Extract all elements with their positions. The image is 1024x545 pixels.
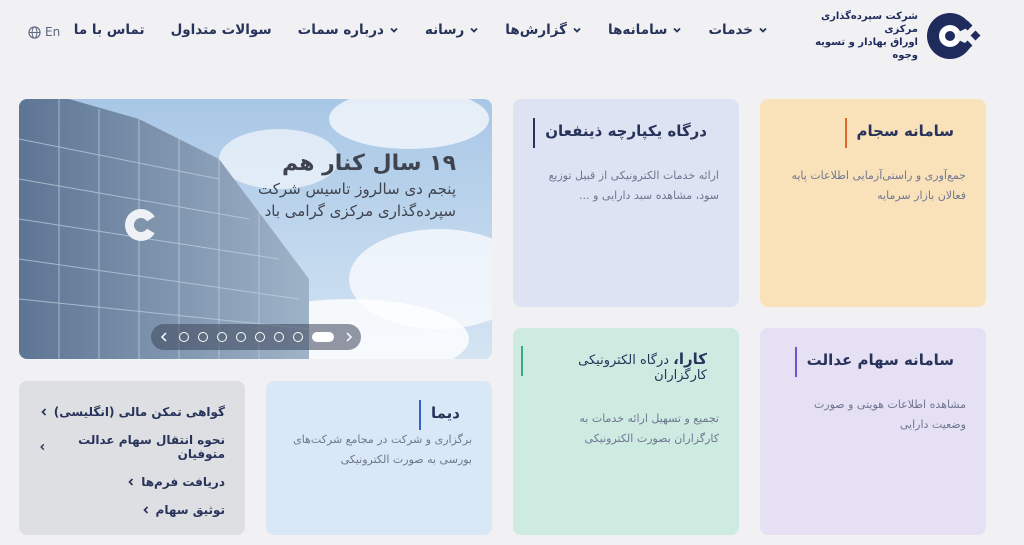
- nav-item-media[interactable]: رسانه: [425, 22, 479, 38]
- slider-dot-active[interactable]: [311, 332, 334, 342]
- site-logo[interactable]: شرکت سپرده‌گذاری مرکزی اوراق بهادار و تس…: [808, 10, 984, 62]
- card-description: جمع‌آوری و راستی‌آزمایی اطلاعات پایه فعا…: [791, 169, 966, 202]
- nav-label: رسانه: [424, 22, 465, 38]
- quick-link[interactable]: گواهی تمکن مالی (انگلیسی): [39, 405, 225, 419]
- logo-text-line2: اوراق بهادار و تسویه وجوه: [815, 37, 918, 61]
- language-label: En: [45, 25, 61, 39]
- arrow-right-icon[interactable]: [343, 331, 355, 343]
- quick-link[interactable]: توثیق سهام: [39, 503, 225, 517]
- title-accent-bar: [533, 118, 536, 148]
- quick-link[interactable]: دریافت فرم‌ها: [39, 475, 225, 489]
- logo-icon: [927, 13, 984, 59]
- card-title-text: درگاه یکپارچه ذینفعان: [545, 122, 707, 140]
- card-kara[interactable]: کارا، درگاه الکترونیکی کارگزاران تجمیع و…: [513, 328, 739, 535]
- slider-dot[interactable]: [197, 332, 208, 342]
- slider-dot[interactable]: [292, 332, 303, 342]
- nav-label: تماس با ما: [73, 22, 145, 38]
- nav-label: سامانه‌ها: [608, 22, 668, 38]
- card-title-text: سامانه سجام: [856, 122, 954, 140]
- main-nav: خدمات سامانه‌ها گزارش‌ها رسانه درباره سم…: [74, 22, 768, 38]
- nav-item-systems[interactable]: سامانه‌ها: [608, 22, 682, 38]
- card-description: مشاهده اطلاعات هویتی و صورت وضعیت دارایی: [813, 398, 966, 431]
- card-title: دیما: [418, 400, 472, 430]
- logo-text: شرکت سپرده‌گذاری مرکزی اوراق بهادار و تس…: [808, 10, 918, 62]
- chevron-left-icon: [41, 408, 46, 416]
- title-accent-bar: [521, 346, 523, 376]
- quick-links-card: گواهی تمکن مالی (انگلیسی) نحوه انتقال سه…: [19, 381, 245, 535]
- slider-dot[interactable]: [235, 332, 246, 342]
- card-title: درگاه یکپارچه ذینفعان: [533, 118, 719, 148]
- chevron-down-icon: [573, 27, 581, 33]
- card-title: سامانه سهام عدالت: [794, 347, 966, 377]
- hero-banner[interactable]: ۱۹ سال کنار هم پنجم دی سالروز تاسیس شرکت…: [19, 99, 492, 359]
- card-sajam[interactable]: سامانه سجام جمع‌آوری و راستی‌آزمایی اطلا…: [760, 99, 986, 307]
- arrow-left-icon[interactable]: [158, 331, 170, 343]
- globe-icon: [28, 25, 41, 39]
- logo-text-line1: شرکت سپرده‌گذاری مرکزی: [820, 11, 918, 35]
- nav-item-services[interactable]: خدمات: [708, 22, 768, 38]
- title-accent-bar: [794, 347, 797, 377]
- nav-item-reports[interactable]: گزارش‌ها: [505, 22, 582, 38]
- nav-item-contact[interactable]: تماس با ما: [74, 22, 145, 38]
- quick-link-label: نحوه انتقال سهام عدالت متوفیان: [78, 433, 225, 461]
- banner-text: ۱۹ سال کنار هم پنجم دی سالروز تاسیس شرکت…: [258, 151, 456, 220]
- nav-label: گزارش‌ها: [505, 22, 567, 38]
- nav-item-about[interactable]: درباره سمات: [298, 22, 399, 38]
- language-switch[interactable]: En: [28, 25, 60, 39]
- quick-links-list: گواهی تمکن مالی (انگلیسی) نحوه انتقال سه…: [39, 405, 225, 517]
- quick-link[interactable]: نحوه انتقال سهام عدالت متوفیان: [39, 433, 225, 461]
- chevron-left-icon: [142, 506, 148, 514]
- card-dima[interactable]: دیما برگزاری و شرکت در مجامع شرکت‌های بو…: [266, 381, 492, 535]
- banner-image: [19, 99, 492, 359]
- card-title: سامانه سجام: [844, 118, 966, 148]
- slider-dot[interactable]: [254, 332, 265, 342]
- nav-item-faq[interactable]: سوالات متداول: [171, 22, 272, 38]
- card-description: تجمیع و تسهیل ارائه خدمات به کارگزاران ب…: [579, 412, 719, 445]
- nav-label: خدمات: [708, 22, 753, 38]
- chevron-down-icon: [759, 27, 767, 33]
- slider-dot[interactable]: [178, 332, 189, 342]
- nav-label: درباره سمات: [297, 22, 384, 38]
- card-description: ارائه خدمات الکترونیکی از قبیل توزیع سود…: [548, 169, 719, 202]
- banner-headline: ۱۹ سال کنار هم: [281, 151, 456, 176]
- quick-link-label: دریافت فرم‌ها: [141, 475, 225, 489]
- card-title-text: سامانه سهام عدالت: [806, 351, 954, 369]
- title-accent-bar: [844, 118, 847, 148]
- card-title: کارا، درگاه الکترونیکی کارگزاران: [521, 346, 719, 383]
- card-stakeholders-portal[interactable]: درگاه یکپارچه ذینفعان ارائه خدمات الکترو…: [513, 99, 739, 307]
- card-title-text: دیما: [430, 404, 460, 422]
- chevron-down-icon: [470, 27, 478, 33]
- header: En خدمات سامانه‌ها گزارش‌ها رسانه درباره…: [0, 0, 1024, 80]
- quick-link-label: گواهی تمکن مالی (انگلیسی): [53, 405, 225, 419]
- slider-dot[interactable]: [216, 332, 227, 342]
- nav-label: سوالات متداول: [170, 22, 272, 38]
- chevron-left-icon: [128, 478, 134, 486]
- title-accent-bar: [418, 400, 421, 430]
- chevron-down-icon: [673, 27, 682, 33]
- slider-controls: [151, 324, 361, 350]
- banner-subline-1: پنجم دی سالروز تاسیس شرکت: [257, 180, 456, 198]
- card-title-bold: کارا،: [673, 350, 707, 368]
- card-edalat-shares[interactable]: سامانه سهام عدالت مشاهده اطلاعات هویتی و…: [760, 328, 986, 535]
- card-description: برگزاری و شرکت در مجامع شرکت‌های بورسی ب…: [293, 433, 472, 466]
- slider-dot[interactable]: [273, 332, 284, 342]
- banner-subline-2: سپرده‌گذاری مرکزی گرامی باد: [264, 202, 456, 220]
- chevron-down-icon: [390, 27, 398, 33]
- quick-link-label: توثیق سهام: [155, 503, 225, 517]
- chevron-left-icon: [40, 443, 45, 451]
